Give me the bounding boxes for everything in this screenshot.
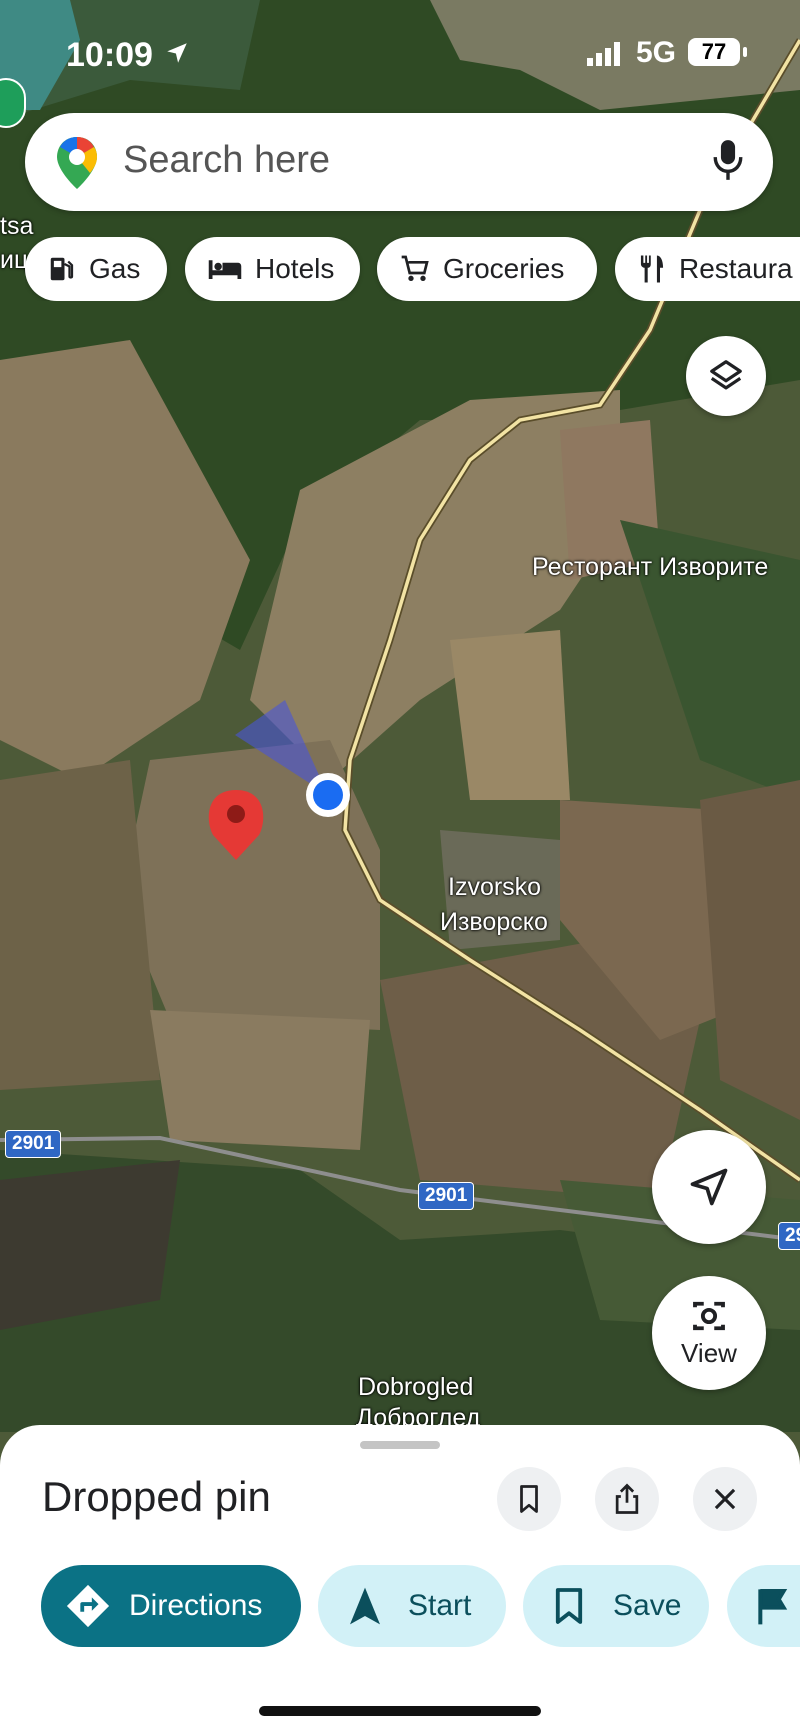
fork-knife-icon (640, 255, 664, 283)
chip-label: Groceries (443, 253, 565, 284)
bookmark-outline-icon (520, 1485, 538, 1513)
directions-icon (66, 1584, 110, 1628)
chip-label: Gas (89, 253, 141, 284)
search-input[interactable]: Search here (123, 139, 330, 182)
flag-icon (758, 1589, 788, 1625)
navigation-arrow-icon (350, 1587, 380, 1625)
chip-gas[interactable]: Gas (25, 237, 167, 301)
chip-label: Restaura (679, 253, 793, 284)
battery-cap (743, 47, 747, 57)
navigation-outline-icon (690, 1168, 728, 1206)
save-button[interactable]: Save (523, 1565, 709, 1647)
start-label: Start (408, 1589, 472, 1622)
google-maps-logo-icon (55, 135, 99, 196)
map-label-izvorsko[interactable]: Izvorsko (448, 873, 541, 902)
gas-station-icon (50, 257, 74, 281)
network-type: 5G (636, 36, 677, 69)
start-button[interactable]: Start (318, 1565, 506, 1647)
save-label: Save (613, 1589, 682, 1622)
close-icon (714, 1488, 736, 1510)
directions-label: Directions (129, 1589, 263, 1622)
route-badge: 29 (778, 1222, 800, 1250)
map-label-izvorsko-cyrillic[interactable]: Изворско (440, 908, 548, 937)
view-label: View (681, 1337, 737, 1368)
chip-hotels[interactable]: Hotels (185, 237, 360, 301)
status-time: 10:09 (66, 36, 153, 74)
camera-view-icon (693, 1301, 725, 1330)
signal-icon (587, 42, 627, 71)
location-arrow-icon (164, 40, 190, 71)
bookmark-icon (555, 1588, 583, 1624)
chip-groceries[interactable]: Groceries (377, 237, 597, 301)
battery-level: 77 (688, 38, 740, 66)
save-icon-button[interactable] (497, 1467, 561, 1531)
home-indicator[interactable] (259, 1706, 541, 1716)
layers-button[interactable] (686, 336, 766, 416)
chip-restaurants[interactable]: Restaura (615, 237, 800, 301)
close-button[interactable] (693, 1467, 757, 1531)
cart-icon (401, 255, 429, 281)
recenter-location-button[interactable] (652, 1130, 766, 1244)
directions-button[interactable]: Directions (41, 1565, 301, 1647)
layers-icon (710, 360, 742, 390)
bed-icon (208, 260, 242, 279)
map-label-restaurant[interactable]: Ресторант Изворите (532, 553, 768, 582)
sheet-drag-handle[interactable] (360, 1441, 440, 1449)
category-chips: Gas Hotels Groceries Restaura (25, 237, 800, 301)
map-label-dobrogled[interactable]: Dobrogled (358, 1373, 473, 1402)
street-view-button[interactable]: View (652, 1276, 766, 1390)
chip-label: Hotels (255, 253, 335, 284)
share-button[interactable] (595, 1467, 659, 1531)
place-bottom-sheet: Dropped pin Directions Start Save (0, 1425, 800, 1732)
route-badge: 2901 (5, 1130, 62, 1158)
share-icon (615, 1483, 639, 1514)
route-badge: 2901 (418, 1182, 475, 1210)
status-bar: 10:09 5G 77 (0, 28, 800, 78)
microphone-icon[interactable] (711, 137, 745, 188)
label-button[interactable] (727, 1565, 800, 1647)
place-title: Dropped pin (42, 1473, 271, 1520)
search-bar[interactable]: Search here (25, 113, 773, 211)
